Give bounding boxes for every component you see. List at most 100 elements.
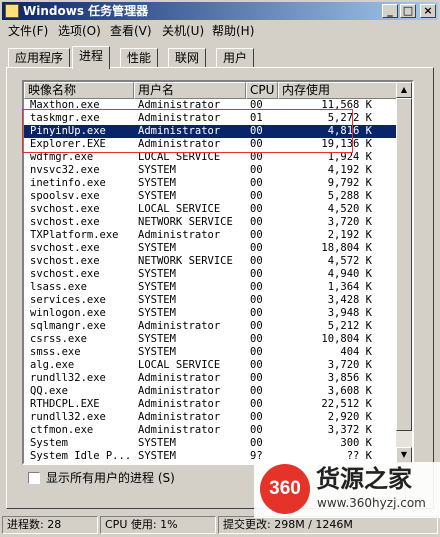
process-cpu: 00 <box>250 411 263 423</box>
process-memory: 11,568 K <box>321 99 372 111</box>
process-cpu: 00 <box>250 333 263 345</box>
tab-processes[interactable]: 进程 <box>72 46 111 69</box>
table-row[interactable]: Maxthon.exe Administrator 00 11,568 K <box>24 99 400 112</box>
table-row[interactable]: nvsvc32.exe SYSTEM 00 4,192 K <box>24 164 400 177</box>
column-header-row: 映像名称 用户名 CPU 内存使用 <box>24 82 400 99</box>
process-cpu: 00 <box>250 372 263 384</box>
maximize-button[interactable]: □ <box>400 4 416 18</box>
table-row[interactable]: taskmgr.exe Administrator 01 5,272 K <box>24 112 400 125</box>
table-row[interactable]: inetinfo.exe SYSTEM 00 9,792 K <box>24 177 400 190</box>
process-name: csrss.exe <box>30 333 87 345</box>
process-name: wdfmgr.exe <box>30 151 94 163</box>
menu-file[interactable]: 文件(F) <box>8 23 48 39</box>
title-bar[interactable]: Windows 任务管理器 _ □ × <box>2 2 438 20</box>
scroll-thumb[interactable] <box>396 98 412 431</box>
table-row[interactable]: alg.exe LOCAL SERVICE 00 3,720 K <box>24 359 400 372</box>
process-name: winlogon.exe <box>30 307 106 319</box>
process-user: SYSTEM <box>138 346 176 358</box>
column-cpu[interactable]: CPU <box>246 82 278 99</box>
table-row[interactable]: svchost.exe SYSTEM 00 18,804 K <box>24 242 400 255</box>
process-user: Administrator <box>138 229 221 241</box>
menu-view[interactable]: 查看(V) <box>110 23 152 39</box>
table-row[interactable]: svchost.exe NETWORK SERVICE 00 3,720 K <box>24 216 400 229</box>
process-name: lsass.exe <box>30 281 87 293</box>
scroll-up-arrow-icon[interactable]: ▲ <box>396 82 412 98</box>
table-row[interactable]: rundll32.exe Administrator 00 2,920 K <box>24 411 400 424</box>
process-memory: 300 K <box>340 437 372 449</box>
process-memory: 3,428 K <box>327 294 372 306</box>
process-user: Administrator <box>138 138 221 150</box>
process-user: SYSTEM <box>138 450 176 462</box>
table-row[interactable]: svchost.exe SYSTEM 00 4,940 K <box>24 268 400 281</box>
table-row[interactable]: QQ.exe Administrator 00 3,608 K <box>24 385 400 398</box>
table-row[interactable]: wdfmgr.exe LOCAL SERVICE 00 1,924 K <box>24 151 400 164</box>
process-user: SYSTEM <box>138 268 176 280</box>
table-row[interactable]: services.exe SYSTEM 00 3,428 K <box>24 294 400 307</box>
process-name: sqlmangr.exe <box>30 320 106 332</box>
table-row[interactable]: RTHDCPL.EXE Administrator 00 22,512 K <box>24 398 400 411</box>
tab-users[interactable]: 用户 <box>216 48 255 68</box>
process-memory: 404 K <box>340 346 372 358</box>
process-memory: 9,792 K <box>327 177 372 189</box>
column-memory[interactable]: 内存使用 <box>278 82 400 99</box>
watermark-url: www.360hyzj.com <box>317 496 426 510</box>
table-row[interactable]: System SYSTEM 00 300 K <box>24 437 400 450</box>
tab-performance[interactable]: 性能 <box>120 48 159 68</box>
tab-bar: 应用程序 进程 性能 联网 用户 <box>6 46 434 69</box>
process-cpu: 00 <box>250 125 263 137</box>
process-name: svchost.exe <box>30 268 100 280</box>
menu-help[interactable]: 帮助(H) <box>212 23 254 39</box>
process-memory: 4,816 K <box>327 125 372 137</box>
process-memory: 5,272 K <box>327 112 372 124</box>
process-memory: 4,192 K <box>327 164 372 176</box>
table-row[interactable]: svchost.exe NETWORK SERVICE 00 4,572 K <box>24 255 400 268</box>
process-name: svchost.exe <box>30 203 100 215</box>
table-row[interactable]: smss.exe SYSTEM 00 404 K <box>24 346 400 359</box>
task-manager-window: Windows 任务管理器 _ □ × 文件(F) 选项(O) 查看(V) 关机… <box>0 0 440 537</box>
process-cpu: 00 <box>250 190 263 202</box>
close-button[interactable]: × <box>420 4 436 18</box>
table-row[interactable]: ctfmon.exe Administrator 00 3,372 K <box>24 424 400 437</box>
process-user: SYSTEM <box>138 281 176 293</box>
process-memory: 4,940 K <box>327 268 372 280</box>
minimize-button[interactable]: _ <box>382 4 398 18</box>
process-name: rundll32.exe <box>30 411 106 423</box>
process-list[interactable]: 映像名称 用户名 CPU 内存使用 Maxthon.exe Administrat… <box>22 80 414 465</box>
process-cpu: 00 <box>250 320 263 332</box>
table-row[interactable]: spoolsv.exe SYSTEM 00 5,288 K <box>24 190 400 203</box>
show-all-users-checkbox[interactable] <box>28 472 40 484</box>
show-all-users-label: 显示所有用户的进程 (S) <box>46 471 175 485</box>
column-user-name[interactable]: 用户名 <box>134 82 246 99</box>
table-row[interactable]: svchost.exe LOCAL SERVICE 00 4,520 K <box>24 203 400 216</box>
process-cpu: 01 <box>250 112 263 124</box>
table-row[interactable]: Explorer.EXE Administrator 00 19,136 K <box>24 138 400 151</box>
tab-networking[interactable]: 联网 <box>168 48 207 68</box>
process-memory: 3,856 K <box>327 372 372 384</box>
watermark: 360 货源之家 www.360hyzj.com <box>254 462 440 518</box>
process-user: Administrator <box>138 385 221 397</box>
table-row[interactable]: csrss.exe SYSTEM 00 10,804 K <box>24 333 400 346</box>
tab-applications[interactable]: 应用程序 <box>8 48 71 68</box>
table-row[interactable]: sqlmangr.exe Administrator 00 5,212 K <box>24 320 400 333</box>
menu-shutdown[interactable]: 关机(U) <box>162 23 204 39</box>
scroll-down-arrow-icon[interactable]: ▼ <box>396 447 412 463</box>
process-memory: 4,520 K <box>327 203 372 215</box>
process-user: SYSTEM <box>138 164 176 176</box>
process-user: SYSTEM <box>138 177 176 189</box>
table-row[interactable]: PinyinUp.exe Administrator 00 4,816 K <box>24 125 400 138</box>
watermark-logo: 360 <box>260 464 310 514</box>
table-row[interactable]: rundll32.exe Administrator 00 3,856 K <box>24 372 400 385</box>
vertical-scrollbar[interactable]: ▲ ▼ <box>396 82 412 463</box>
process-cpu: 00 <box>250 177 263 189</box>
menu-options[interactable]: 选项(O) <box>58 23 101 39</box>
table-row[interactable]: winlogon.exe SYSTEM 00 3,948 K <box>24 307 400 320</box>
process-cpu: 00 <box>250 203 263 215</box>
process-name: smss.exe <box>30 346 81 358</box>
column-image-name[interactable]: 映像名称 <box>24 82 134 99</box>
process-memory: 1,364 K <box>327 281 372 293</box>
window-title: Windows 任务管理器 <box>23 4 149 18</box>
process-cpu: 00 <box>250 242 263 254</box>
table-row[interactable]: lsass.exe SYSTEM 00 1,364 K <box>24 281 400 294</box>
process-cpu: 00 <box>250 307 263 319</box>
table-row[interactable]: TXPlatform.exe Administrator 00 2,192 K <box>24 229 400 242</box>
